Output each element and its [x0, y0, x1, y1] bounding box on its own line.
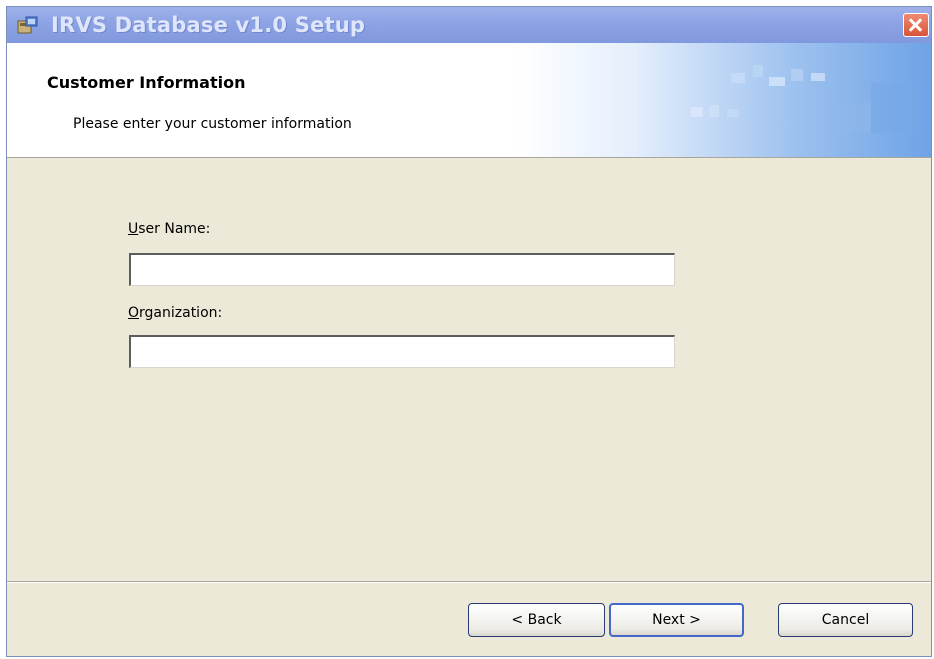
page-subtitle: Please enter your customer information: [73, 116, 352, 132]
page-title: Customer Information: [47, 73, 246, 92]
setup-dialog: IRVS Database v1.0 Setup Customer Inform…: [6, 6, 932, 657]
installer-icon: [17, 16, 38, 34]
title-bar[interactable]: IRVS Database v1.0 Setup: [7, 7, 931, 43]
back-button[interactable]: < Back: [468, 603, 605, 637]
user-name-label: User Name:: [128, 221, 211, 237]
next-button[interactable]: Next >: [609, 603, 744, 637]
organization-label: Organization:: [128, 305, 223, 321]
close-button[interactable]: [903, 13, 929, 37]
organization-input[interactable]: [129, 335, 675, 368]
user-name-input[interactable]: [129, 253, 675, 286]
footer-separator: [7, 581, 931, 583]
header-banner: Customer Information Please enter your c…: [7, 43, 931, 158]
banner-graphic: [691, 65, 921, 133]
window-title: IRVS Database v1.0 Setup: [51, 13, 366, 37]
cancel-button[interactable]: Cancel: [778, 603, 913, 637]
